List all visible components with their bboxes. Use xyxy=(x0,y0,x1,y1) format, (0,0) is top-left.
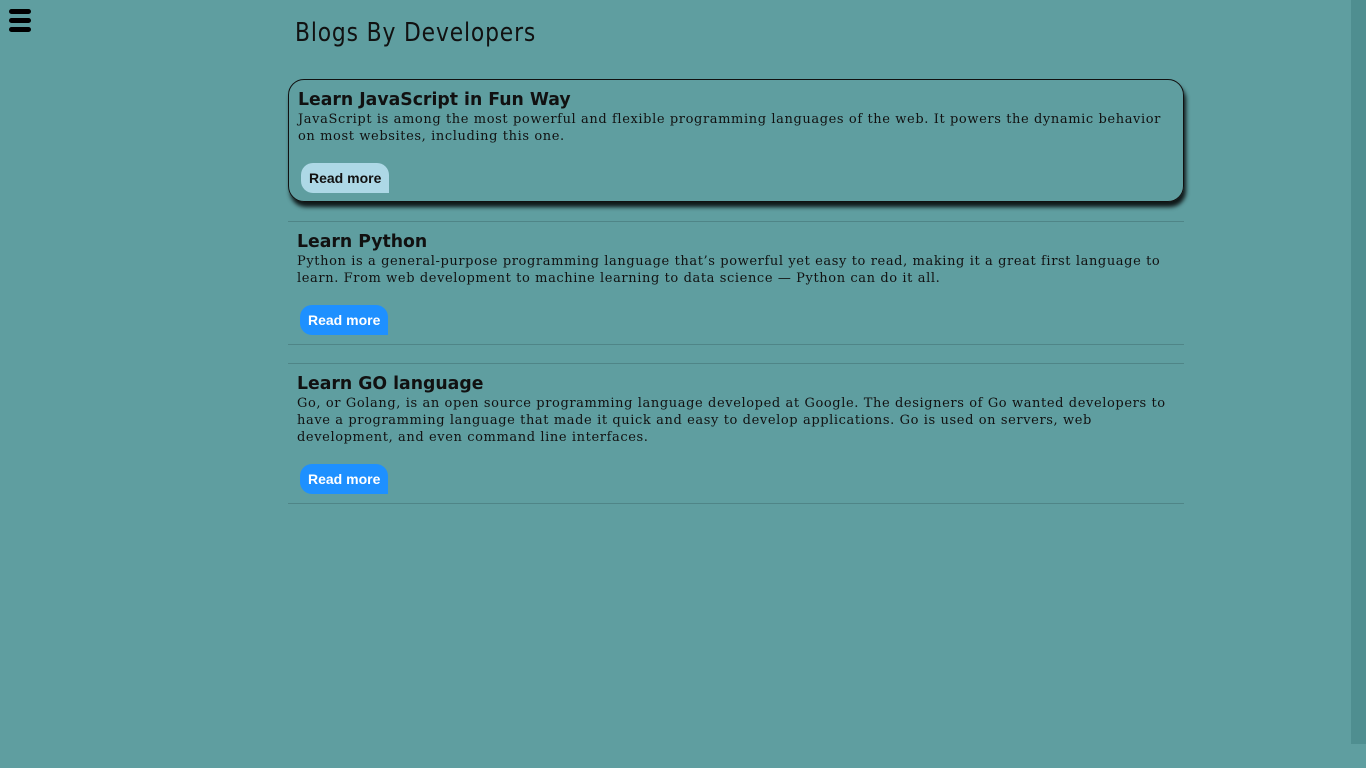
page-title: Blogs By Developers xyxy=(295,18,537,48)
scrollbar-track[interactable] xyxy=(1351,0,1366,744)
post-title: Learn JavaScript in Fun Way xyxy=(298,89,571,110)
read-more-button[interactable]: Read more xyxy=(301,163,390,193)
menu-bar-top xyxy=(9,9,31,14)
blog-post-javascript: Learn JavaScript in Fun Way JavaScript i… xyxy=(288,79,1184,202)
post-title: Learn Python xyxy=(297,231,428,252)
page: Blogs By Developers Learn JavaScript in … xyxy=(0,0,1366,768)
menu-bar-bottom xyxy=(9,27,31,32)
menu-bar-middle xyxy=(9,18,31,23)
read-more-button[interactable]: Read more xyxy=(300,305,389,335)
post-excerpt: JavaScript is among the most powerful an… xyxy=(298,112,1161,144)
post-excerpt: Go, or Golang, is an open source program… xyxy=(297,396,1166,445)
read-more-button[interactable]: Read more xyxy=(300,464,389,494)
blog-post-python: Learn Python Python is a general-purpose… xyxy=(288,221,1184,345)
post-title: Learn GO language xyxy=(297,373,484,394)
blog-post-go: Learn GO language Go, or Golang, is an o… xyxy=(288,363,1184,504)
post-excerpt: Python is a general-purpose programming … xyxy=(297,254,1161,286)
hamburger-menu-icon[interactable] xyxy=(9,9,31,33)
